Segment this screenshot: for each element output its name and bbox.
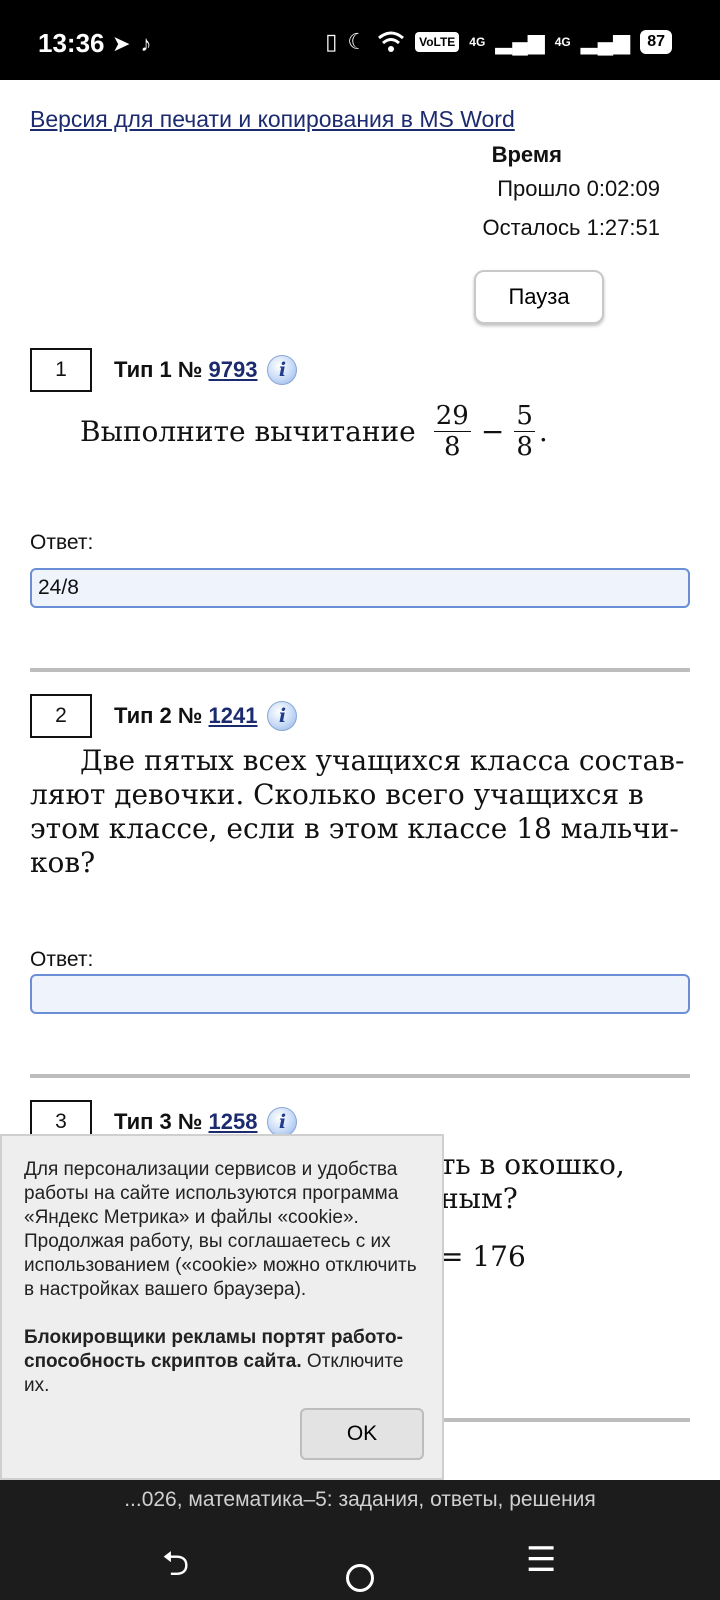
numerator: 29: [433, 400, 471, 432]
divider: [30, 668, 690, 672]
task-header-2: 2 Тип 2 № 1241 i: [30, 694, 298, 738]
menu-icon[interactable]: ☰: [526, 1540, 556, 1580]
denominator: 8: [444, 431, 461, 462]
timer-remaining: Осталось 1:27:51: [482, 215, 660, 240]
tiktok-icon: ♪: [140, 31, 152, 56]
answer-input[interactable]: [30, 974, 690, 1014]
divider: [444, 1418, 690, 1422]
task-type: Тип 3 № 1258: [114, 1109, 257, 1135]
moon-icon: ☾: [347, 29, 368, 54]
status-bar: 13:36 ➤ ♪ ▯ ☾ VoLTE 4G ▂▄▆ 4G ▂▄▆ 87: [0, 0, 720, 80]
task-type-label: Тип 3 №: [114, 1109, 203, 1134]
numerator: 5: [514, 400, 535, 432]
wifi-icon: [378, 31, 405, 52]
task-number: 2: [30, 694, 92, 738]
task-header-1: 1 Тип 1 № 9793 i: [30, 348, 298, 392]
denominator: 8: [516, 431, 533, 462]
task-question-fragment: ным?: [440, 1182, 518, 1215]
info-icon[interactable]: i: [267, 355, 298, 385]
browser-title-bar[interactable]: ...026, математика–5: задания, ответы, р…: [0, 1480, 720, 1520]
task-question-fragment: = 176: [440, 1240, 526, 1273]
task-type: Тип 2 № 1241: [114, 703, 257, 729]
task-type-label: Тип 1 №: [114, 357, 203, 382]
fraction: 29 8: [433, 400, 471, 462]
question-text: Выполните вычитание: [80, 414, 416, 448]
task-question: Выполните вычитание 29 8 − 5 8 .: [80, 396, 548, 466]
pause-button[interactable]: Пауза: [474, 270, 604, 324]
cookie-popup: Для персонализации сервисов и удоб­ства …: [0, 1134, 444, 1480]
task-type-label: Тип 2 №: [114, 703, 203, 728]
signal-4g-icon: 4G: [554, 35, 571, 49]
task-question: Две пятых всех учащихся класса состав­ля…: [30, 744, 685, 879]
status-left-icons: ➤ ♪: [112, 30, 151, 58]
home-icon[interactable]: [346, 1564, 374, 1592]
status-right-icons: ▯ ☾ VoLTE 4G ▂▄▆ 4G ▂▄▆ 87: [325, 28, 672, 56]
print-version-link[interactable]: Версия для печати и копирования в MS Wor…: [30, 106, 515, 133]
timer-title: Время: [491, 142, 562, 167]
task-type: Тип 1 № 9793: [114, 357, 257, 383]
adblock-notice: Блокировщики рекламы портят работо­спосо…: [24, 1326, 422, 1398]
minus-sign: −: [480, 414, 505, 448]
vibrate-icon: ▯: [325, 29, 338, 54]
task-id-link[interactable]: 9793: [209, 357, 258, 382]
info-icon[interactable]: i: [267, 1107, 298, 1137]
task-id-link[interactable]: 1258: [209, 1109, 258, 1134]
cookie-text: Для персонализации сервисов и удоб­ства …: [24, 1159, 417, 1300]
system-nav-bar: ⮌ ☰: [0, 1520, 720, 1600]
divider: [30, 1074, 690, 1078]
cookie-ok-button[interactable]: OK: [300, 1408, 424, 1460]
period: .: [538, 414, 548, 448]
answer-input[interactable]: [30, 568, 690, 608]
task-question-fragment: ть в окошко,: [440, 1148, 625, 1181]
task-number: 1: [30, 348, 92, 392]
signal-4g-icon: 4G: [469, 35, 486, 49]
back-icon[interactable]: ⮌: [162, 1540, 189, 1597]
signal-bars-icon: ▂▄▆: [580, 29, 631, 54]
fraction: 5 8: [514, 401, 535, 462]
telegram-icon: ➤: [112, 31, 131, 56]
answer-label: Ответ:: [30, 948, 94, 971]
task-id-link[interactable]: 1241: [209, 703, 258, 728]
timer-elapsed: Прошло 0:02:09: [497, 176, 660, 201]
info-icon[interactable]: i: [267, 701, 298, 731]
status-time: 13:36: [38, 28, 105, 58]
answer-label: Ответ:: [30, 531, 94, 554]
signal-bars-icon: ▂▄▆: [495, 29, 545, 54]
volte-icon: VoLTE: [415, 32, 460, 52]
battery-icon: 87: [640, 30, 672, 54]
